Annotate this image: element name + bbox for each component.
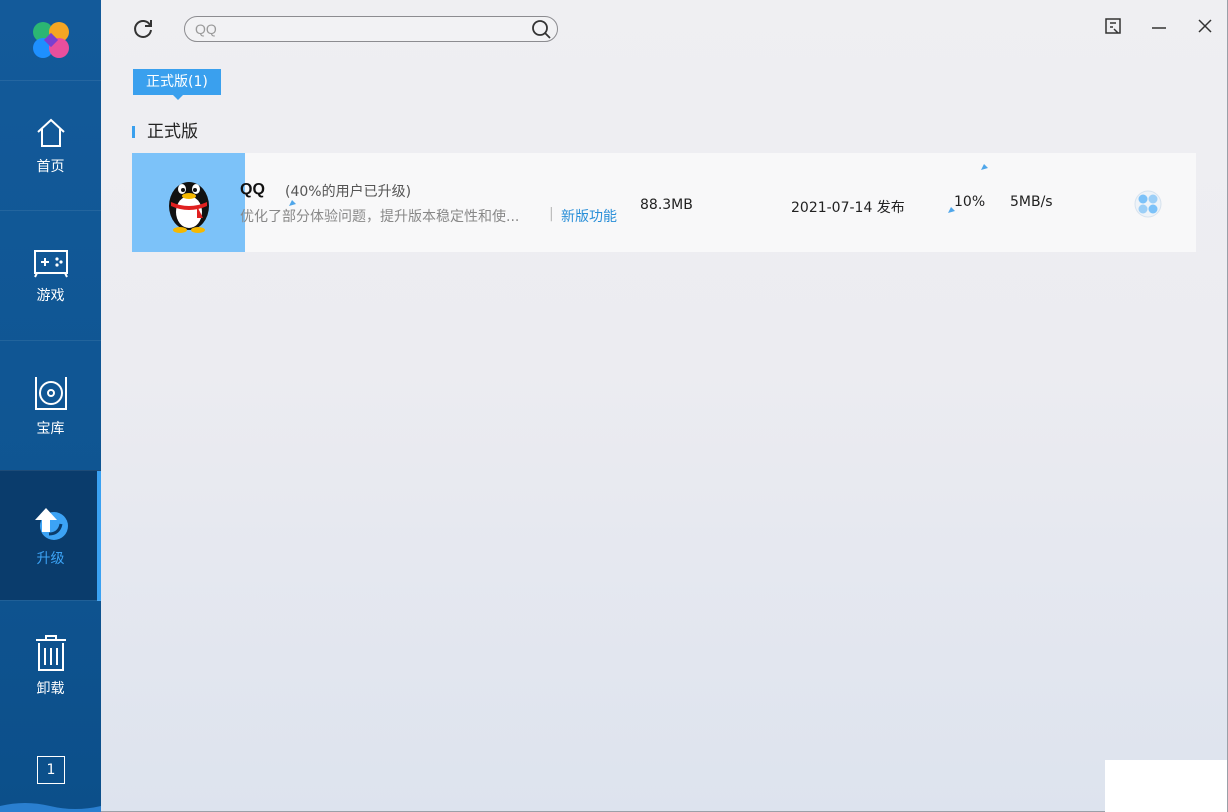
separator: | <box>549 206 554 222</box>
app-name: QQ <box>240 181 265 198</box>
download-progress: 10% <box>954 194 986 210</box>
home-icon <box>34 116 68 150</box>
search-icon <box>532 20 551 39</box>
sidebar-item-uninstall[interactable]: 卸载 <box>0 600 101 730</box>
loading-spinner-icon <box>1134 190 1162 218</box>
vault-icon <box>33 374 69 412</box>
minimize-button[interactable] <box>1147 14 1171 38</box>
sidebar-item-upgrade[interactable]: 升级 <box>0 470 101 601</box>
search-box <box>184 16 558 42</box>
blank-area <box>1105 760 1227 812</box>
search-button[interactable] <box>531 19 551 39</box>
download-speed: 5MB/s <box>1010 194 1053 210</box>
sparkle-icon <box>289 200 296 206</box>
trash-icon <box>34 634 68 672</box>
restore-window-icon <box>1105 18 1121 34</box>
qq-penguin-icon <box>168 181 209 233</box>
section-title: 正式版 <box>132 121 198 143</box>
sidebar-item-vault[interactable]: 宝库 <box>0 340 101 470</box>
app-description: 优化了部分体验问题，提升版本稳定性和使... <box>240 209 520 225</box>
sparkle-icon <box>981 164 988 170</box>
upgrade-icon <box>31 504 71 542</box>
restore-window-button[interactable] <box>1101 14 1125 38</box>
sidebar-item-label: 卸载 <box>36 680 65 697</box>
app-list-item[interactable]: QQ (40%的用户已升级) 优化了部分体验问题，提升版本稳定性和使... | … <box>132 153 1196 252</box>
refresh-button[interactable] <box>131 16 155 40</box>
upgrade-ratio: (40%的用户已升级) <box>285 184 412 200</box>
close-icon <box>1198 19 1212 33</box>
sidebar: 首页 游戏 宝库 升级 卸载 1 <box>0 0 101 812</box>
close-button[interactable] <box>1193 14 1217 38</box>
sidebar-item-label: 首页 <box>36 158 65 175</box>
page-number-box[interactable]: 1 <box>37 756 65 784</box>
sidebar-item-label: 升级 <box>36 550 65 567</box>
clover-logo-icon <box>32 22 69 58</box>
app-logo <box>0 0 101 80</box>
gamepad-icon <box>33 247 69 279</box>
new-features-link[interactable]: 新版功能 <box>561 206 617 226</box>
search-input[interactable] <box>195 20 515 38</box>
sidebar-item-label: 宝库 <box>36 420 65 437</box>
wave-decoration <box>0 803 101 812</box>
loading-spinner-button[interactable] <box>1134 190 1162 218</box>
refresh-icon <box>134 20 152 38</box>
minimize-icon <box>1152 27 1166 29</box>
sparkle-icon <box>948 207 955 213</box>
sidebar-item-games[interactable]: 游戏 <box>0 210 101 340</box>
sidebar-item-home[interactable]: 首页 <box>0 80 101 210</box>
main-panel: 正式版(1) 正式版 QQ (40%的用户已升级) 优化了部分体验问题，提升版本… <box>101 0 1228 812</box>
release-date: 2021-07-14 发布 <box>791 200 905 216</box>
sidebar-item-label: 游戏 <box>36 287 65 304</box>
app-icon <box>132 153 245 252</box>
app-size: 88.3MB <box>640 197 693 213</box>
tab-official-release[interactable]: 正式版(1) <box>133 69 221 100</box>
